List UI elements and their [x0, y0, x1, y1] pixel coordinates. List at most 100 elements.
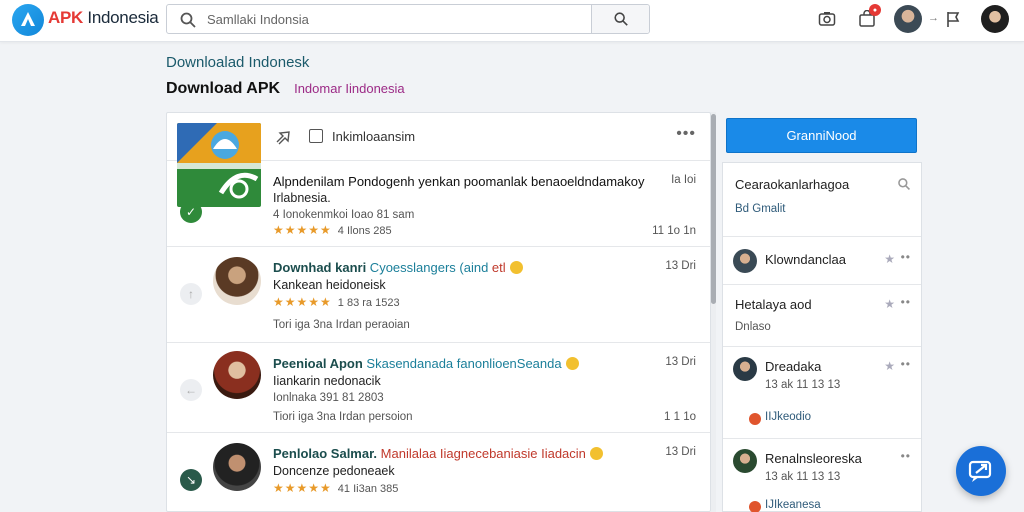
pin-icon[interactable]: ↘ [180, 469, 202, 491]
sidebar-item-title: Dreadaka [765, 359, 822, 374]
item-title-b: Manilalaa Iiagnecebaniasie Iiadacin [377, 446, 586, 461]
item-title[interactable]: Downhad kanri Cyoesslangers (aind etl [273, 260, 523, 275]
item-time: 13 Dri [665, 356, 696, 368]
more-icon[interactable]: •• [901, 449, 911, 463]
sidebar-item[interactable]: Renalnsleoreska •• 13 ak 11 13 13 IJIkea… [723, 439, 921, 512]
item-title-b: Skasendanada fanonlioenSeanda [362, 356, 562, 371]
sidebar-item-title: Renalnsleoreska [765, 451, 862, 466]
search-input[interactable] [207, 9, 587, 29]
item-actions[interactable]: 1 1 1o [664, 411, 696, 423]
star-icon[interactable]: ★ [884, 297, 895, 311]
avatar [213, 443, 261, 491]
more-icon[interactable]: •• [901, 250, 911, 264]
item-rating-text: 41 Ii3an 385 [337, 483, 399, 495]
profile-avatar[interactable] [981, 5, 1009, 33]
item-rating: ★★★★★ 4 Ilons 285 [273, 223, 392, 237]
item-subtitle: Iiankarin nedonacik [273, 374, 381, 388]
smile-emoji-icon [589, 447, 603, 460]
search-icon[interactable] [897, 177, 911, 191]
status-dot [749, 501, 761, 512]
user-avatar[interactable] [894, 5, 922, 33]
back-icon[interactable]: ← [180, 379, 202, 401]
sidebar-section-title: Cearaokanlarhagoa [735, 177, 850, 192]
item-title-c: etl [488, 260, 506, 275]
sidebar-section-link[interactable]: Bd Gmalit [735, 203, 786, 215]
item-title[interactable]: Penlolao Salmar. Manilalaa Iiagnecebania… [273, 446, 603, 461]
brand-name-part-a: APK [48, 8, 83, 27]
more-icon[interactable]: •• [901, 295, 911, 309]
sidebar-item[interactable]: Klowndanclaa ★ •• [723, 237, 921, 285]
sidebar-item-link[interactable]: IIJkeodio [765, 411, 811, 423]
search-button-icon [613, 12, 628, 26]
avatar [213, 351, 261, 399]
list-item[interactable]: ✓ Alpndenilam Pondogenh yenkan poomanlak… [167, 161, 710, 247]
item-meta: Tori iga 3na Irdan peraoian [273, 319, 410, 331]
breadcrumb[interactable]: Downloalad Indonesk [166, 54, 309, 71]
sidebar-item-title: Klowndanclaa [765, 252, 846, 267]
verified-icon: ✓ [180, 201, 202, 223]
item-time: 13 Dri [665, 260, 696, 272]
flag-icon[interactable] [942, 8, 964, 30]
avatar [213, 257, 261, 305]
star-icon[interactable]: ★ [884, 252, 895, 266]
item-time: 13 Dri [665, 446, 696, 458]
item-meta: 4 Ionokenmkoi Ioao 81 sam [273, 209, 415, 221]
share-icon[interactable] [275, 129, 293, 145]
search-button[interactable] [591, 5, 649, 33]
search-icon [180, 12, 196, 28]
notification-badge: ● [869, 4, 881, 16]
sidebar-item-title: Hetalaya aod [735, 297, 812, 312]
download-button[interactable]: GranniNood [726, 118, 917, 153]
smile-emoji-icon [565, 357, 579, 370]
sidebar-section: Cearaokanlarhagoa Bd Gmalit [723, 163, 921, 237]
list-item[interactable]: ↘ Penlolao Salmar. Manilalaa Iiagneceban… [167, 433, 710, 511]
item-rating-text: 1 83 ra 1523 [337, 297, 400, 309]
app-list-panel: Inkimloaansim ••• ✓ Alpndenilam Pondogen… [166, 112, 711, 512]
item-title-a: Downhad kanri [273, 260, 367, 275]
sidebar-item[interactable]: Hetalaya aod ★ •• Dnlaso [723, 285, 921, 347]
page-subtitle[interactable]: Indomar Iindonesia [294, 81, 405, 96]
expand-icon[interactable]: ↑ [180, 283, 202, 305]
chat-fab-button[interactable] [956, 446, 1006, 496]
list-header-label: Inkimloaansim [332, 129, 416, 144]
avatar [733, 449, 757, 473]
sidebar-item-sub: Dnlaso [735, 321, 771, 333]
search-box [166, 4, 650, 34]
item-title-a: Penlolao Salmar. [273, 446, 378, 461]
arrow-right-icon: → [928, 12, 939, 24]
item-title-b: Cyoesslangers (aind [366, 260, 489, 275]
item-rating: ★★★★★ 41 Ii3an 385 [273, 481, 399, 495]
apk-logo-icon[interactable] [12, 4, 44, 36]
item-title[interactable]: Alpndenilam Pondogenh yenkan poomanlak b… [273, 174, 645, 189]
select-all-checkbox[interactable] [309, 129, 323, 143]
sidebar-item-meta: 13 ak 11 13 13 [765, 471, 841, 483]
avatar [733, 357, 757, 381]
sidebar-panel: Cearaokanlarhagoa Bd Gmalit Klowndanclaa… [722, 162, 922, 512]
brand-name[interactable]: APK Indonesia [48, 8, 159, 28]
item-subtitle: Doncenze pedoneaek [273, 464, 395, 478]
list-item[interactable]: ← Peenioal Apon Skasendanada fanonlioenS… [167, 343, 710, 433]
brand-name-part-b: Indonesia [83, 8, 159, 27]
item-time: 11 1o 1n [652, 225, 696, 237]
item-title[interactable]: Peenioal Apon Skasendanada fanonlioenSea… [273, 356, 579, 371]
page-title-text: Download APK [166, 80, 281, 97]
item-rating-text: 4 Ilons 285 [337, 225, 392, 237]
item-meta: Ionlnaka 391 81 2803 [273, 392, 384, 404]
item-title-a: Peenioal Apon [273, 356, 363, 371]
status-dot [749, 413, 761, 425]
more-options-icon[interactable]: ••• [676, 125, 696, 143]
item-actions[interactable]: Ia Ioi [671, 174, 696, 186]
sidebar-item-meta: 13 ak 11 13 13 [765, 379, 841, 391]
more-icon[interactable]: •• [901, 357, 911, 371]
smile-emoji-icon [509, 261, 523, 274]
item-title-cont: Irlabnesia. [273, 191, 331, 205]
top-bar: APK Indonesia ● → [0, 0, 1024, 42]
sidebar-item-link[interactable]: IJIkeanesa [765, 499, 821, 511]
star-icon[interactable]: ★ [884, 359, 895, 373]
list-item[interactable]: ↑ Downhad kanri Cyoesslangers (aind etl … [167, 247, 710, 343]
avatar [733, 249, 757, 273]
page-title: Download APK Indomar Iindonesia [166, 80, 405, 98]
camera-icon[interactable] [816, 8, 838, 30]
scrollbar-thumb[interactable] [711, 114, 716, 304]
sidebar-item[interactable]: Dreadaka ★ •• 13 ak 11 13 13 IIJkeodio [723, 347, 921, 439]
